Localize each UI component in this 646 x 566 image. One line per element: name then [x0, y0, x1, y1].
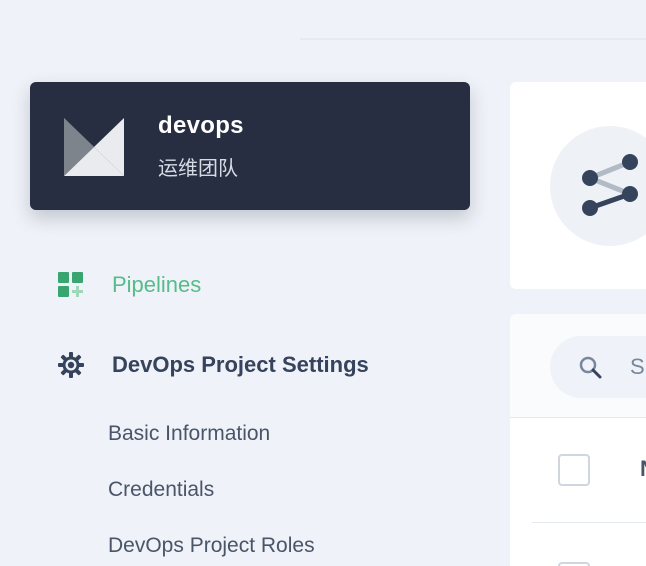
search-icon: [579, 356, 602, 379]
project-logo-icon: [64, 118, 124, 176]
nav-label-devops-project-settings: DevOps Project Settings: [112, 352, 369, 377]
search-input[interactable]: S: [550, 336, 646, 398]
list-toolbar: S: [510, 314, 646, 418]
pipeline-list-panel: S N: [510, 314, 646, 566]
nav-label-pipelines: Pipelines: [112, 272, 202, 297]
devops-project-page: devops 运维团队 Pipelines DevOps Project Set…: [0, 0, 646, 566]
nav-item-pipelines[interactable]: Pipelines: [56, 270, 201, 300]
gear-icon: [56, 350, 86, 380]
project-name: devops: [158, 112, 244, 139]
pipeline-share-icon: [582, 154, 638, 216]
project-description: 运维团队: [158, 156, 238, 180]
nav-item-devops-project-settings[interactable]: DevOps Project Settings: [56, 350, 369, 380]
sidebar-item-devops-project-roles[interactable]: DevOps Project Roles: [108, 534, 315, 558]
top-divider: [300, 38, 646, 40]
pipeline-avatar: [550, 126, 646, 246]
search-placeholder: S: [630, 354, 645, 379]
table-row-checkbox[interactable]: [558, 562, 590, 566]
pipeline-summary-panel: [510, 82, 646, 289]
sidebar-item-basic-information[interactable]: Basic Information: [108, 422, 270, 446]
project-card[interactable]: devops 运维团队: [30, 82, 470, 210]
select-all-checkbox[interactable]: [558, 454, 590, 486]
pipeline-grid-icon: [56, 270, 86, 300]
sidebar-item-credentials[interactable]: Credentials: [108, 478, 214, 502]
table-header-name: N: [640, 456, 646, 482]
table-row-divider: [532, 522, 646, 523]
